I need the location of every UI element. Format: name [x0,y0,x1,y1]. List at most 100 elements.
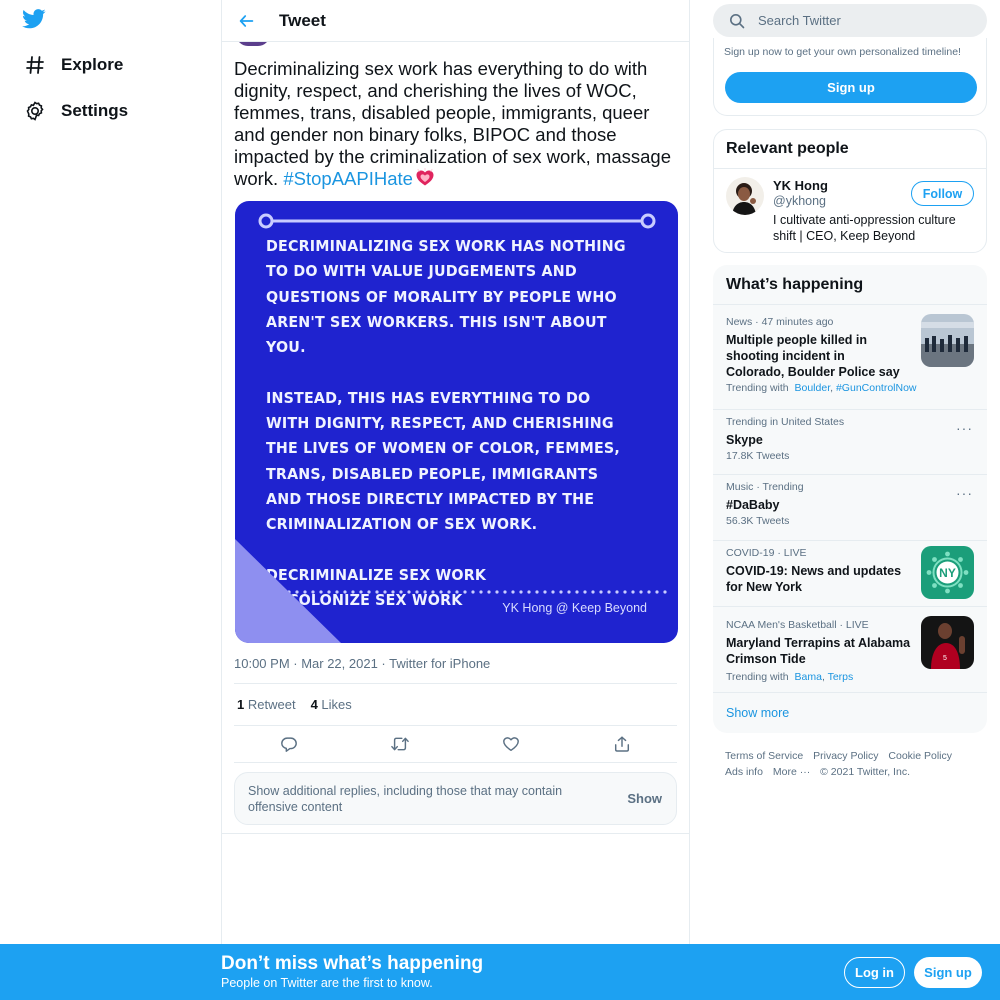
trend-link[interactable]: Boulder [795,382,831,394]
decor-dot [663,590,667,594]
tweet-actions [234,733,677,755]
reply-icon[interactable] [278,733,300,755]
trend-meta: COVID-19 · LIVE [726,547,807,559]
signup-button[interactable]: Sign up [725,72,977,103]
footer-more-link[interactable]: More ··· [773,766,810,778]
hashtag-icon [24,54,46,76]
trend-meta: News · 47 minutes ago [726,316,834,328]
decor-dot [551,590,555,594]
decor-dot [647,590,651,594]
decor-dot [447,590,451,594]
tweet-image[interactable]: Decriminalizing sex work has nothing to … [235,201,678,643]
retweet-label: Retweet [247,697,296,712]
avatar[interactable] [726,177,764,215]
decor-dot [535,590,539,594]
footer-link[interactable]: Privacy Policy [813,750,878,762]
relevant-people-title: Relevant people [726,140,849,157]
retweet-count: 1 [237,697,245,712]
person-bio: I cultivate anti-oppression culture shif… [773,213,956,243]
trend-title: Skype [726,433,763,447]
whats-happening-title: What’s happening [726,276,864,293]
trend-meta: NCAA Men's Basketball · LIVE [726,619,869,631]
like-count-link[interactable]: 4 Likes [311,697,352,712]
decor-dot [423,590,427,594]
banner-signup-button[interactable]: Sign up [914,957,982,988]
login-button[interactable]: Log in [844,957,905,988]
trend-meta: Trending in United States [726,416,845,428]
more-options-icon[interactable]: ··· [956,420,973,436]
heart-emoji-icon [415,167,435,188]
footer-link[interactable]: Cookie Policy [888,750,952,762]
tweet-body: Decriminalizing sex work has everything … [234,58,679,190]
decor-dot [407,590,411,594]
decor-dot [471,590,475,594]
decor-dot [487,590,491,594]
divider [234,762,677,763]
search-icon [729,13,745,29]
tweet-column: Tweet Decriminalizing sex work has every… [221,0,690,1000]
decor-dot [543,590,547,594]
follow-button[interactable]: Follow [911,181,974,206]
person-name[interactable]: YK Hong [773,178,828,193]
like-icon[interactable] [500,733,522,755]
page-title: Tweet [279,10,326,30]
nav-item-settings[interactable]: Settings [24,99,128,123]
hidden-replies-message: Show additional replies, including those… [248,784,563,814]
divider [714,168,986,169]
show-replies-button[interactable]: Show [627,791,662,806]
show-more-link[interactable]: Show more [726,706,789,720]
footer-link[interactable]: Terms of Service [725,750,803,762]
decor-dot [631,590,635,594]
trend-item[interactable]: Music · Trending #DaBaby 56.3K Tweets ··… [713,474,987,540]
decor-dot [391,590,395,594]
more-options-icon[interactable]: ··· [956,485,973,501]
search-bar[interactable]: Search Twitter [713,4,987,37]
tweet-hashtag-link[interactable]: #StopAAPIHate [283,168,413,189]
decor-dot [479,590,483,594]
arrow-left-icon[interactable] [237,11,257,31]
search-input[interactable]: Search Twitter [758,13,841,28]
trend-context: Trending with Boulder, #GunControlNow [726,382,917,394]
trend-thumbnail: 5 [921,616,974,669]
decor-dot [607,590,611,594]
banner-subtitle: People on Twitter are the first to know. [221,976,433,990]
decor-dot [351,590,355,594]
retweet-count-link[interactable]: 1 Retweet [237,697,296,712]
person-handle[interactable]: @ykhong [773,194,826,208]
decor-dot [575,590,579,594]
trend-context-label: Trending with [726,382,789,394]
decor-dot [455,590,459,594]
trend-item[interactable]: COVID-19 · LIVE COVID-19: News and updat… [713,540,987,606]
image-decor-bar [258,213,656,229]
trend-link[interactable]: #GunControlNow [836,382,917,394]
trend-meta: Music · Trending [726,481,804,493]
footer-links: Terms of Service Privacy Policy Cookie P… [725,748,975,780]
trend-title: Multiple people killed in shooting incid… [726,333,900,379]
trend-item[interactable]: News · 47 minutes ago Multiple people ki… [713,304,987,409]
footer-link[interactable]: Ads info [725,766,763,778]
decor-dot [511,590,515,594]
trend-context-label: Trending with [726,671,789,683]
svg-text:5: 5 [943,655,947,662]
trend-item[interactable]: NCAA Men's Basketball · LIVE Maryland Te… [713,606,987,692]
right-sidebar: Search Twitter Sign up now to get your o… [713,0,987,1000]
hidden-replies-notice: Show additional replies, including those… [234,772,677,825]
decor-dot [503,590,507,594]
divider [234,725,677,726]
decor-dot [399,590,403,594]
trend-title: Maryland Terrapins at Alabama Crimson Ti… [726,636,911,666]
trend-link[interactable]: Bama [795,671,822,683]
nav-item-explore[interactable]: Explore [24,53,123,77]
trend-item[interactable]: Trending in United States Skype 17.8K Tw… [713,409,987,474]
twitter-bird-icon[interactable] [22,9,46,31]
header-bar: Tweet [222,0,689,42]
trend-title: #DaBaby [726,498,780,512]
trend-link[interactable]: Terps [828,671,854,683]
retweet-icon[interactable] [389,733,411,755]
trend-context: Trending with Bama, Terps [726,671,854,683]
image-credit: YK Hong @ Keep Beyond [502,601,647,615]
trend-title: COVID-19: News and updates for New York [726,564,902,594]
share-icon[interactable] [611,733,633,755]
tweet-timestamp[interactable]: 10:00 PM · Mar 22, 2021 · Twitter for iP… [234,656,490,671]
decor-dot [463,590,467,594]
